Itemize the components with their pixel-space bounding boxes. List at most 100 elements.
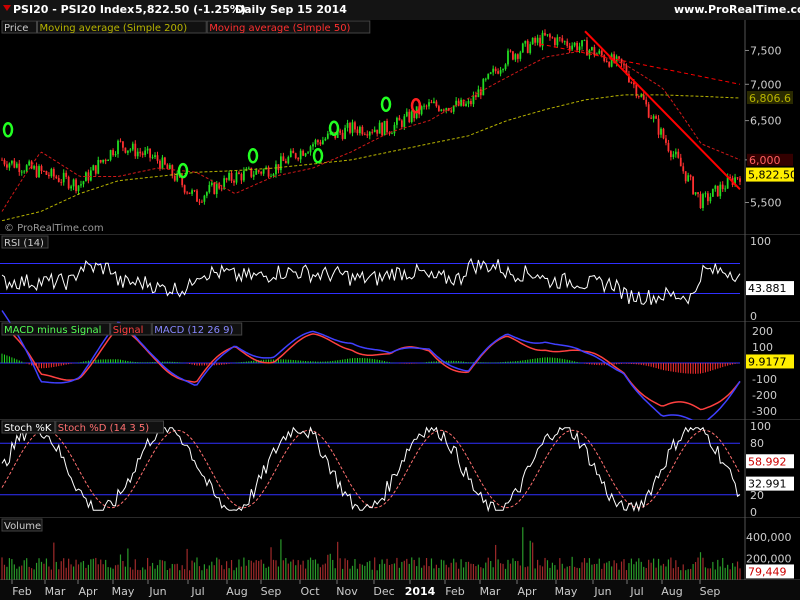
candle-body [692, 176, 695, 195]
candle-body [598, 50, 601, 54]
candle-body [144, 150, 147, 155]
macd-legend-1: Signal [113, 325, 144, 336]
candle-body [20, 171, 23, 173]
candle-body [267, 167, 270, 177]
candle-body [425, 105, 428, 107]
candle-body [164, 157, 166, 165]
stoch-tick-label: 80 [750, 437, 764, 450]
candle-body [131, 143, 134, 150]
candle-body [193, 190, 196, 192]
candle-body [563, 41, 566, 43]
candle-body [304, 153, 307, 156]
candle-body [376, 129, 379, 134]
candle-body [208, 185, 211, 193]
candle-body [99, 160, 102, 163]
candle-body [186, 192, 189, 194]
candle-body [235, 172, 238, 183]
candle-body [489, 72, 492, 74]
candle-body [183, 185, 186, 193]
candle-body [225, 178, 228, 180]
legend-0: Price [4, 23, 28, 34]
candle-body [630, 82, 633, 83]
candle-body [15, 163, 18, 168]
candle-body [679, 157, 682, 167]
candle-body [65, 172, 68, 177]
candle-body [215, 183, 218, 195]
candle-body [450, 110, 453, 112]
candle [531, 37, 534, 45]
candle-body [736, 177, 739, 179]
candle-body [526, 40, 529, 53]
candle [235, 170, 238, 185]
price-change: 5,822.50 (-1.25%) [135, 3, 246, 16]
candle-body [92, 165, 95, 171]
candle-body [660, 128, 662, 135]
candle-body [260, 171, 263, 174]
candle-body [294, 153, 297, 159]
candle-body [156, 155, 159, 161]
candle-body [119, 140, 122, 142]
candle-body [80, 184, 82, 186]
xaxis-label: 2014 [405, 585, 436, 598]
candle-body [403, 116, 406, 127]
price-tick-label: 7,000 [750, 78, 782, 91]
candle-body [539, 37, 541, 47]
rsi-panel: 100 0 43.881 RSI (14) [0, 235, 800, 323]
candle-body [205, 192, 208, 196]
volume-panel: 400,000 200,00079,449 Volume [0, 518, 800, 581]
macd-tick-label: -100 [752, 373, 777, 386]
price-panel: 7,5007,0006,5006,0005,5006,806.66,0005,8… [0, 20, 800, 236]
candle-body [400, 120, 403, 127]
candle-body [358, 126, 361, 134]
candle-body [28, 161, 31, 166]
candle [38, 164, 40, 179]
candle [124, 147, 127, 154]
xaxis-label: Nov [336, 585, 358, 598]
candle-body [50, 169, 53, 177]
candle-body [470, 101, 472, 105]
candle-body [275, 164, 277, 175]
candle [213, 181, 216, 195]
candle [196, 188, 198, 202]
candle [662, 127, 665, 140]
ma200-value: 6,806.6 [749, 92, 791, 105]
candle [716, 185, 719, 197]
candle [349, 121, 351, 135]
candle-body [354, 122, 356, 130]
candle-body [107, 159, 110, 162]
candle-body [578, 46, 581, 51]
macd-legend-0: MACD minus Signal [4, 325, 101, 336]
candle-body [141, 153, 144, 155]
candle-body [437, 106, 440, 111]
xaxis-label: Aug [226, 585, 247, 598]
candle-body [60, 181, 63, 183]
candle-body [378, 122, 381, 134]
candle [692, 175, 695, 195]
candle-body [529, 44, 532, 53]
down-arrow-icon [3, 5, 11, 11]
candle-body [38, 166, 40, 178]
candle-body [684, 171, 687, 182]
candle-body [704, 193, 707, 195]
candle-body [1, 159, 3, 161]
candle-body [687, 175, 690, 182]
candle-body [252, 174, 255, 177]
candle-body [307, 152, 309, 154]
stoch-tick-label: 0 [750, 506, 757, 519]
chart-canvas: 7,5007,0006,5006,0005,5006,806.66,0005,8… [0, 20, 800, 600]
candle-body [433, 101, 435, 104]
candle-body [297, 158, 300, 160]
candle-body [514, 54, 517, 60]
xaxis-label: Dec [373, 585, 394, 598]
candle-body [341, 132, 344, 139]
candle-body [474, 95, 477, 98]
watermark: © ProRealTime.com [4, 223, 104, 234]
candle-body [591, 47, 593, 51]
candle-body [492, 68, 495, 73]
price-tick-label: 6,500 [750, 115, 782, 128]
candle-body [326, 133, 329, 139]
candle-body [112, 150, 114, 156]
candle-body [482, 79, 485, 96]
xaxis-label: Apr [517, 585, 537, 598]
volume-title: Volume [4, 521, 41, 532]
